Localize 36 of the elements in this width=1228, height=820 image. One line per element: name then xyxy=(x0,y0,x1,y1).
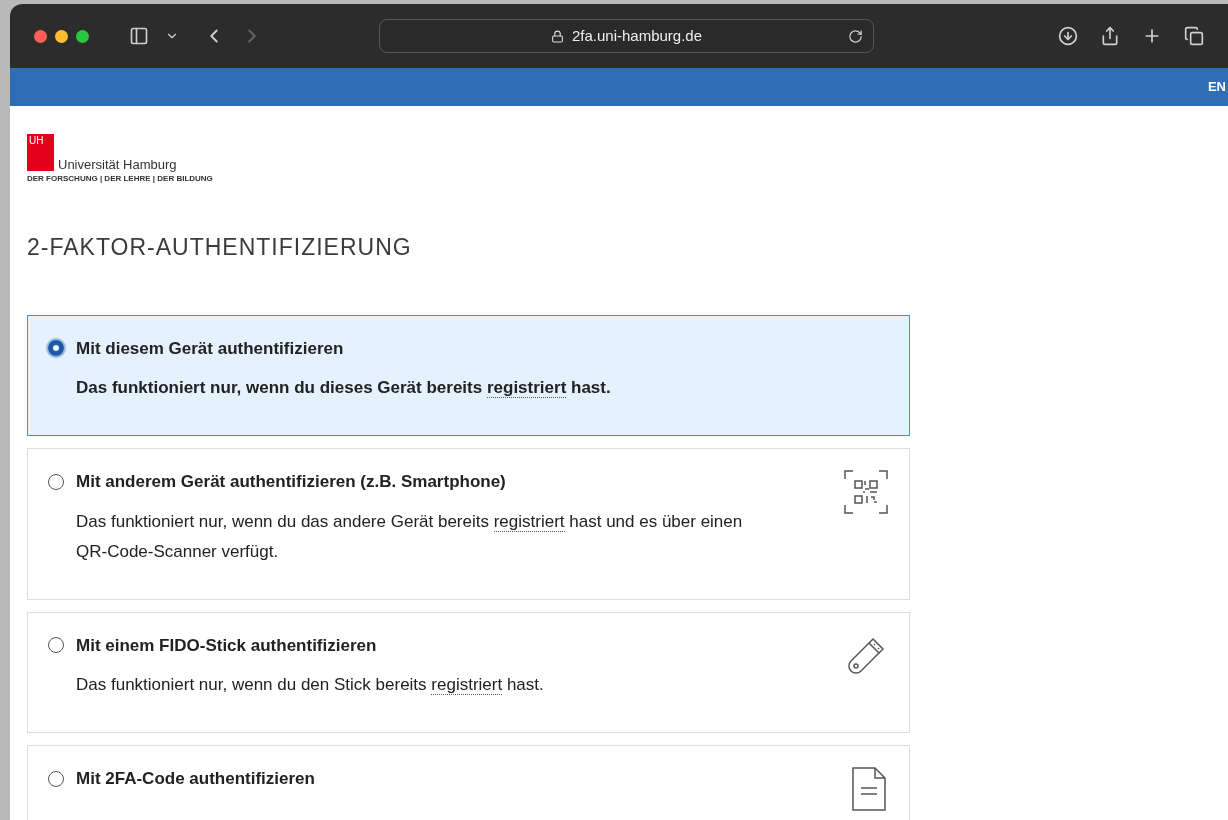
qr-code-icon xyxy=(843,469,889,515)
close-button[interactable] xyxy=(34,29,47,43)
page-heading: 2-FAKTOR-AUTHENTIFIZIERUNG xyxy=(27,233,413,262)
download-icon[interactable] xyxy=(1058,26,1078,46)
share-icon[interactable] xyxy=(1100,26,1120,46)
radio-button[interactable] xyxy=(48,473,64,490)
option-card[interactable]: Mit anderem Gerät authentifizieren (z.B. Smartphone) Das funktioniert nur, wenn du das andere Gerät bereits registriert hast und es über einen QR-Code-Scanner verfügt. xyxy=(27,448,910,600)
option-description: Das funktioniert nur, wenn du den Stick bereits registriert hast. xyxy=(75,674,544,697)
radio-button[interactable] xyxy=(48,637,64,654)
zoom-button[interactable] xyxy=(76,29,89,43)
tabs-icon[interactable] xyxy=(1184,26,1204,46)
option-title: Mit 2FA-Code authentifizieren xyxy=(76,768,315,790)
glossary-term[interactable]: registriert xyxy=(486,378,567,398)
option-description: Das funktioniert nur, wenn du dieses Gerät bereits registriert hast. xyxy=(75,377,611,400)
radio-button[interactable] xyxy=(48,340,64,357)
lock-icon xyxy=(550,29,564,43)
option-card[interactable]: Mit diesem Gerät authentifizieren Das funktioniert nur, wenn du dieses Gerät bereits registriert hast. xyxy=(27,314,910,436)
radio-button[interactable] xyxy=(48,770,64,787)
minimize-button[interactable] xyxy=(55,29,68,43)
option-description: Das funktioniert nur, wenn du das andere Gerät bereits registriert hast und es über einen QR-Code-Scanner verfügt. xyxy=(75,510,744,563)
option-title: Mit anderem Gerät authentifizieren (z.B. Smartphone) xyxy=(76,471,506,493)
option-card[interactable]: Mit einem FIDO-Stick authentifizieren Das funktioniert nur, wenn du den Stick bereits registriert hast. xyxy=(27,611,910,733)
logo-mark: UH xyxy=(27,134,54,171)
document-icon xyxy=(849,766,889,812)
university-name: Universität Hamburg xyxy=(58,158,177,171)
url-text: 2fa.uni-hamburg.de xyxy=(571,25,703,46)
glossary-term[interactable]: registriert xyxy=(431,675,503,695)
sidebar-icon[interactable] xyxy=(129,26,149,46)
language-link[interactable]: EN xyxy=(1207,77,1226,97)
glossary-term[interactable]: registriert xyxy=(493,511,565,532)
option-title: Mit diesem Gerät authentifizieren xyxy=(76,337,344,360)
reload-icon[interactable] xyxy=(848,28,863,44)
address-bar[interactable]: 2fa.uni-hamburg.de xyxy=(379,19,874,53)
option-title: Mit einem FIDO-Stick authentifizieren xyxy=(76,634,377,657)
logo-tagline: DER FORSCHUNG | DER LEHRE | DER BILDUNG xyxy=(27,173,214,185)
option-card[interactable]: Mit 2FA-Code authentifizieren xyxy=(27,745,910,820)
